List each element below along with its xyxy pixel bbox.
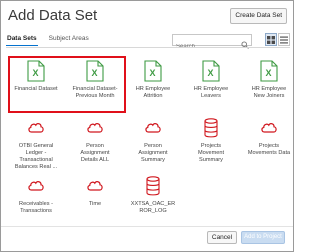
excel-icon: X xyxy=(202,60,220,82)
dataset-label: HR Employee Leavers xyxy=(193,86,229,99)
dataset-label: HR Employee Attrition xyxy=(135,86,171,99)
cloud-icon xyxy=(260,117,278,139)
dataset-label: OTBI General Ledger - Transactional Bala… xyxy=(14,143,58,170)
selection-highlight-box xyxy=(8,56,126,113)
dataset-item[interactable]: Time xyxy=(68,175,122,229)
search-icon[interactable] xyxy=(241,36,249,54)
tab-bar: Data Sets Subject Areas xyxy=(6,33,90,46)
cancel-button[interactable]: Cancel xyxy=(207,231,237,244)
cloud-icon xyxy=(86,175,104,197)
dataset-label: Person Assignment Summary xyxy=(138,143,168,163)
add-data-set-dialog: Add Data Set Create Data Set Data Sets S… xyxy=(0,0,294,252)
dataset-item[interactable]: X HR Employee Leavers xyxy=(184,60,238,114)
footer-divider xyxy=(1,226,293,227)
excel-icon: X xyxy=(260,60,278,82)
database-icon xyxy=(144,175,162,197)
dataset-label: Receivables - Transactions xyxy=(19,201,53,214)
dataset-item[interactable]: Person Assignment Details ALL xyxy=(68,117,122,171)
dataset-item[interactable]: X HR Employee Attrition xyxy=(126,60,180,114)
svg-text:X: X xyxy=(207,68,213,78)
tab-subject-areas[interactable]: Subject Areas xyxy=(48,33,90,46)
dataset-item[interactable]: Projects Movement Summary xyxy=(184,117,238,171)
tab-data-sets[interactable]: Data Sets xyxy=(6,33,38,46)
dataset-label: Person Assignment Details ALL xyxy=(80,143,110,163)
add-to-project-button[interactable]: Add to Project xyxy=(241,231,285,244)
cloud-icon xyxy=(27,117,45,139)
dataset-item[interactable]: Projects Movements Data xyxy=(242,117,296,171)
svg-text:X: X xyxy=(149,68,155,78)
grid-view-icon xyxy=(267,35,275,44)
dialog-title: Add Data Set xyxy=(8,7,98,24)
list-view-button[interactable] xyxy=(278,33,290,46)
dataset-item[interactable]: OTBI General Ledger - Transactional Bala… xyxy=(9,117,63,171)
dataset-item[interactable]: Receivables - Transactions xyxy=(9,175,63,229)
dataset-label: Projects Movements Data xyxy=(247,143,291,156)
dataset-label: Time xyxy=(88,201,102,207)
dataset-label: XXTSA_OAC_ER ROR_LOG xyxy=(130,201,176,214)
dataset-item[interactable]: X HR Employee New Joiners xyxy=(242,60,296,114)
dataset-label: Projects Movement Summary xyxy=(197,143,225,163)
cloud-icon xyxy=(27,175,45,197)
search-box xyxy=(172,34,252,52)
grid-view-button[interactable] xyxy=(265,33,277,46)
svg-text:X: X xyxy=(265,68,271,78)
cloud-icon xyxy=(86,117,104,139)
dataset-item[interactable]: Person Assignment Summary xyxy=(126,117,180,171)
tab-divider xyxy=(6,47,290,48)
cloud-icon xyxy=(144,117,162,139)
list-view-icon xyxy=(280,36,288,43)
database-icon xyxy=(202,117,220,139)
excel-icon: X xyxy=(144,60,162,82)
create-data-set-button[interactable]: Create Data Set xyxy=(230,8,287,24)
dataset-label: HR Employee New Joiners xyxy=(251,86,287,99)
dataset-item[interactable]: XXTSA_OAC_ER ROR_LOG xyxy=(126,175,180,229)
